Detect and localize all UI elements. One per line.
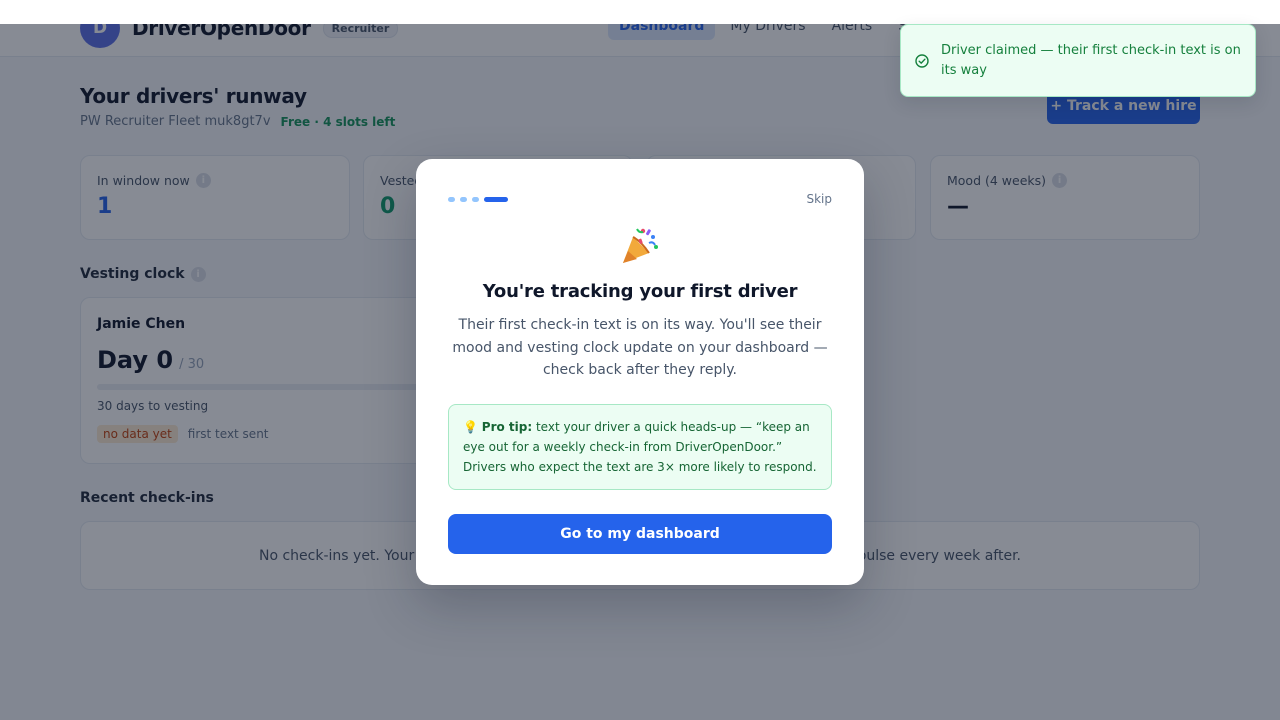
onboarding-modal: Skip You're tracking your first driver T… bbox=[416, 159, 864, 585]
skip-button[interactable]: Skip bbox=[806, 192, 832, 206]
pro-tip-box: 💡 Pro tip: text your driver a quick head… bbox=[448, 403, 832, 490]
pro-tip-label: Pro tip: bbox=[481, 419, 533, 434]
step-dot bbox=[448, 196, 455, 202]
check-circle-icon bbox=[915, 53, 929, 96]
modal-title: You're tracking your first driver bbox=[482, 281, 798, 302]
modal-top-row: Skip bbox=[448, 191, 832, 207]
modal-body: Their first check-in text is on its way.… bbox=[452, 317, 828, 378]
top-white-strip bbox=[0, 0, 1280, 24]
success-toast: Driver claimed — their first check-in te… bbox=[900, 24, 1256, 97]
step-dot-active bbox=[484, 196, 508, 202]
go-to-dashboard-button[interactable]: Go to my dashboard bbox=[448, 513, 832, 554]
lightbulb-icon: 💡 bbox=[463, 419, 478, 434]
step-indicator bbox=[448, 196, 508, 202]
step-dot bbox=[472, 196, 479, 202]
step-dot bbox=[460, 196, 467, 202]
toast-message: Driver claimed — their first check-in te… bbox=[941, 43, 1241, 78]
party-popper-icon bbox=[448, 225, 832, 271]
